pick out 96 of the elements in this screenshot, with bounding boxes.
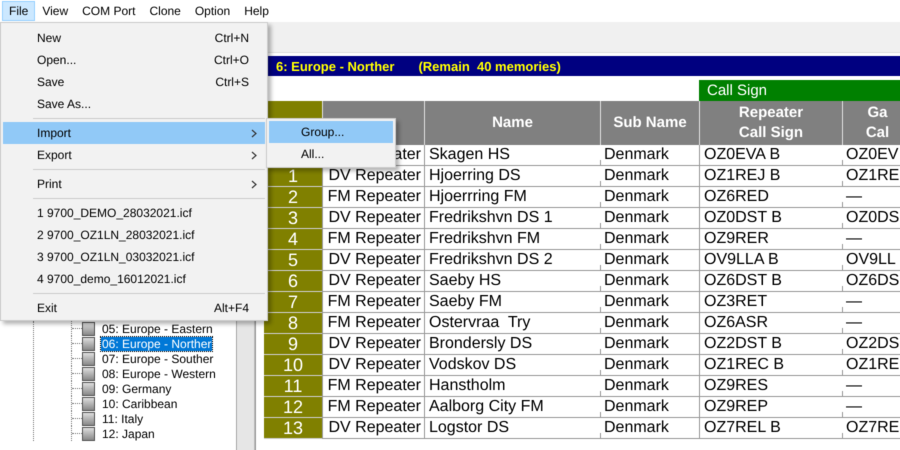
table-cell: OV9LL — [842, 250, 900, 271]
table-cell: Hjoerrring FM — [424, 187, 600, 208]
tree-item[interactable]: 06: Europe - Norther — [101, 336, 212, 350]
tree-item[interactable]: 11: Italy — [101, 412, 144, 426]
table-cell: Fredrikshvn DS 1 — [424, 208, 600, 229]
menu-item[interactable]: Print — [3, 173, 265, 195]
column-group-header: Call Sign — [699, 80, 900, 101]
menu-item[interactable]: Save As... — [3, 93, 265, 115]
row-number: 13 — [264, 418, 322, 439]
table-cell: Hanstholm — [424, 376, 600, 397]
table-cell: Denmark — [600, 334, 699, 355]
memory-group-icon — [82, 366, 95, 380]
menu-bar-item[interactable]: COM Port — [75, 1, 142, 21]
row-number: 12 — [264, 397, 322, 418]
menu-item[interactable]: 3 9700_OZ1LN_03032021.icf — [3, 246, 265, 268]
table-cell: Ostervraa Try — [424, 313, 600, 334]
memory-group-icon — [82, 336, 95, 350]
column-header[interactable]: Repeater Call Sign — [699, 101, 842, 145]
column-header[interactable]: Ga Cal — [842, 101, 900, 145]
table-cell: Logstor DS — [424, 418, 600, 439]
table-cell: DV Repeater — [322, 334, 424, 355]
table-cell: OZ1RE — [842, 166, 900, 187]
table-cell: OZ2DS — [842, 334, 900, 355]
memory-group-icon — [82, 426, 95, 440]
table-cell: Skagen HS — [424, 145, 600, 166]
menu-item[interactable]: Save Ctrl+S — [3, 71, 265, 93]
table-cell: Saeby FM — [424, 292, 600, 313]
table-cell: FM Repeater — [322, 292, 424, 313]
menu-item[interactable]: 2 9700_OZ1LN_28032021.icf — [3, 224, 265, 246]
remaining-memories: (Remain 40 memories) — [418, 58, 561, 74]
tree-item[interactable]: 09: Germany — [101, 382, 172, 396]
menu-item[interactable]: New Ctrl+N — [3, 27, 265, 49]
menu-bar-item[interactable]: Clone — [142, 1, 188, 21]
table-cell: Denmark — [600, 208, 699, 229]
memory-group-icon — [82, 322, 95, 336]
menu-item[interactable]: 1 9700_DEMO_28032021.icf — [3, 202, 265, 224]
table-cell: Denmark — [600, 418, 699, 439]
row-number: 10 — [264, 355, 322, 376]
table-cell: Vodskov DS — [424, 355, 600, 376]
row-number: 9 — [264, 334, 322, 355]
table-cell: Brondersly DS — [424, 334, 600, 355]
memory-group-icon — [82, 412, 95, 426]
tree-item[interactable]: 12: Japan — [101, 426, 156, 440]
table-cell: FM Repeater — [322, 397, 424, 418]
tree-item[interactable]: 08: Europe - Western — [101, 366, 217, 380]
menu-item[interactable]: Export — [3, 144, 265, 166]
table-cell: Hjoerring DS — [424, 166, 600, 187]
table-cell: OZ1RE — [842, 355, 900, 376]
group-title: 6: Europe - Norther — [276, 58, 394, 74]
table-cell: Denmark — [600, 271, 699, 292]
menu-item[interactable]: 4 9700_demo_16012021.icf — [3, 268, 265, 290]
table-cell: Fredrikshvn DS 2 — [424, 250, 600, 271]
table-cell: Denmark — [600, 229, 699, 250]
table-cell: DV Repeater — [322, 271, 424, 292]
table-cell: Denmark — [600, 313, 699, 334]
menu-bar-item[interactable]: Help — [237, 1, 276, 21]
table-cell: FM Repeater — [322, 376, 424, 397]
table-cell: OZ7RE — [842, 418, 900, 439]
menu-item[interactable]: Group... — [269, 121, 393, 143]
table-cell: OZ6DS — [842, 271, 900, 292]
menu-bar-item[interactable]: File — [2, 1, 36, 21]
table-cell: DV Repeater — [322, 208, 424, 229]
column-header[interactable]: Name — [424, 101, 600, 145]
table-cell: OZ0EV — [842, 145, 900, 166]
tree-item[interactable]: 05: Europe - Eastern — [101, 322, 214, 336]
table-cell: Denmark — [600, 376, 699, 397]
row-number: 11 — [264, 376, 322, 397]
table-cell: FM Repeater — [322, 229, 424, 250]
table-cell: DV Repeater — [322, 418, 424, 439]
table-cell: FM Repeater — [322, 313, 424, 334]
table-cell: DV Repeater — [322, 355, 424, 376]
table-cell: Denmark — [600, 250, 699, 271]
menu-bar-item[interactable]: Option — [188, 1, 238, 21]
menu-bar-item[interactable]: View — [35, 1, 76, 21]
table-cell: Denmark — [600, 166, 699, 187]
table-cell: FM Repeater — [322, 187, 424, 208]
menu-item[interactable]: Open... Ctrl+O — [3, 49, 265, 71]
memory-group-icon — [82, 396, 95, 410]
table-cell: Denmark — [600, 292, 699, 313]
menu-item[interactable]: Import — [3, 122, 265, 144]
row-number: 8 — [264, 313, 322, 334]
table-cell: OZ0DS — [842, 208, 900, 229]
table-cell: Denmark — [600, 145, 699, 166]
menu-item[interactable]: Exit Alt+F4 — [3, 297, 265, 319]
table-cell: Aalborg City FM — [424, 397, 600, 418]
memory-group-icon — [82, 382, 95, 396]
memory-group-icon — [82, 352, 95, 366]
table-cell: Saeby HS — [424, 271, 600, 292]
tree-item[interactable]: 07: Europe - Souther — [101, 352, 214, 366]
table-cell: Denmark — [600, 187, 699, 208]
column-header[interactable]: Sub Name — [600, 101, 699, 145]
table-cell: Denmark — [600, 355, 699, 376]
table-cell: Fredrikshvn FM — [424, 229, 600, 250]
table-cell: Denmark — [600, 397, 699, 418]
table-cell: DV Repeater — [322, 250, 424, 271]
tree-item[interactable]: 10: Caribbean — [101, 396, 178, 410]
